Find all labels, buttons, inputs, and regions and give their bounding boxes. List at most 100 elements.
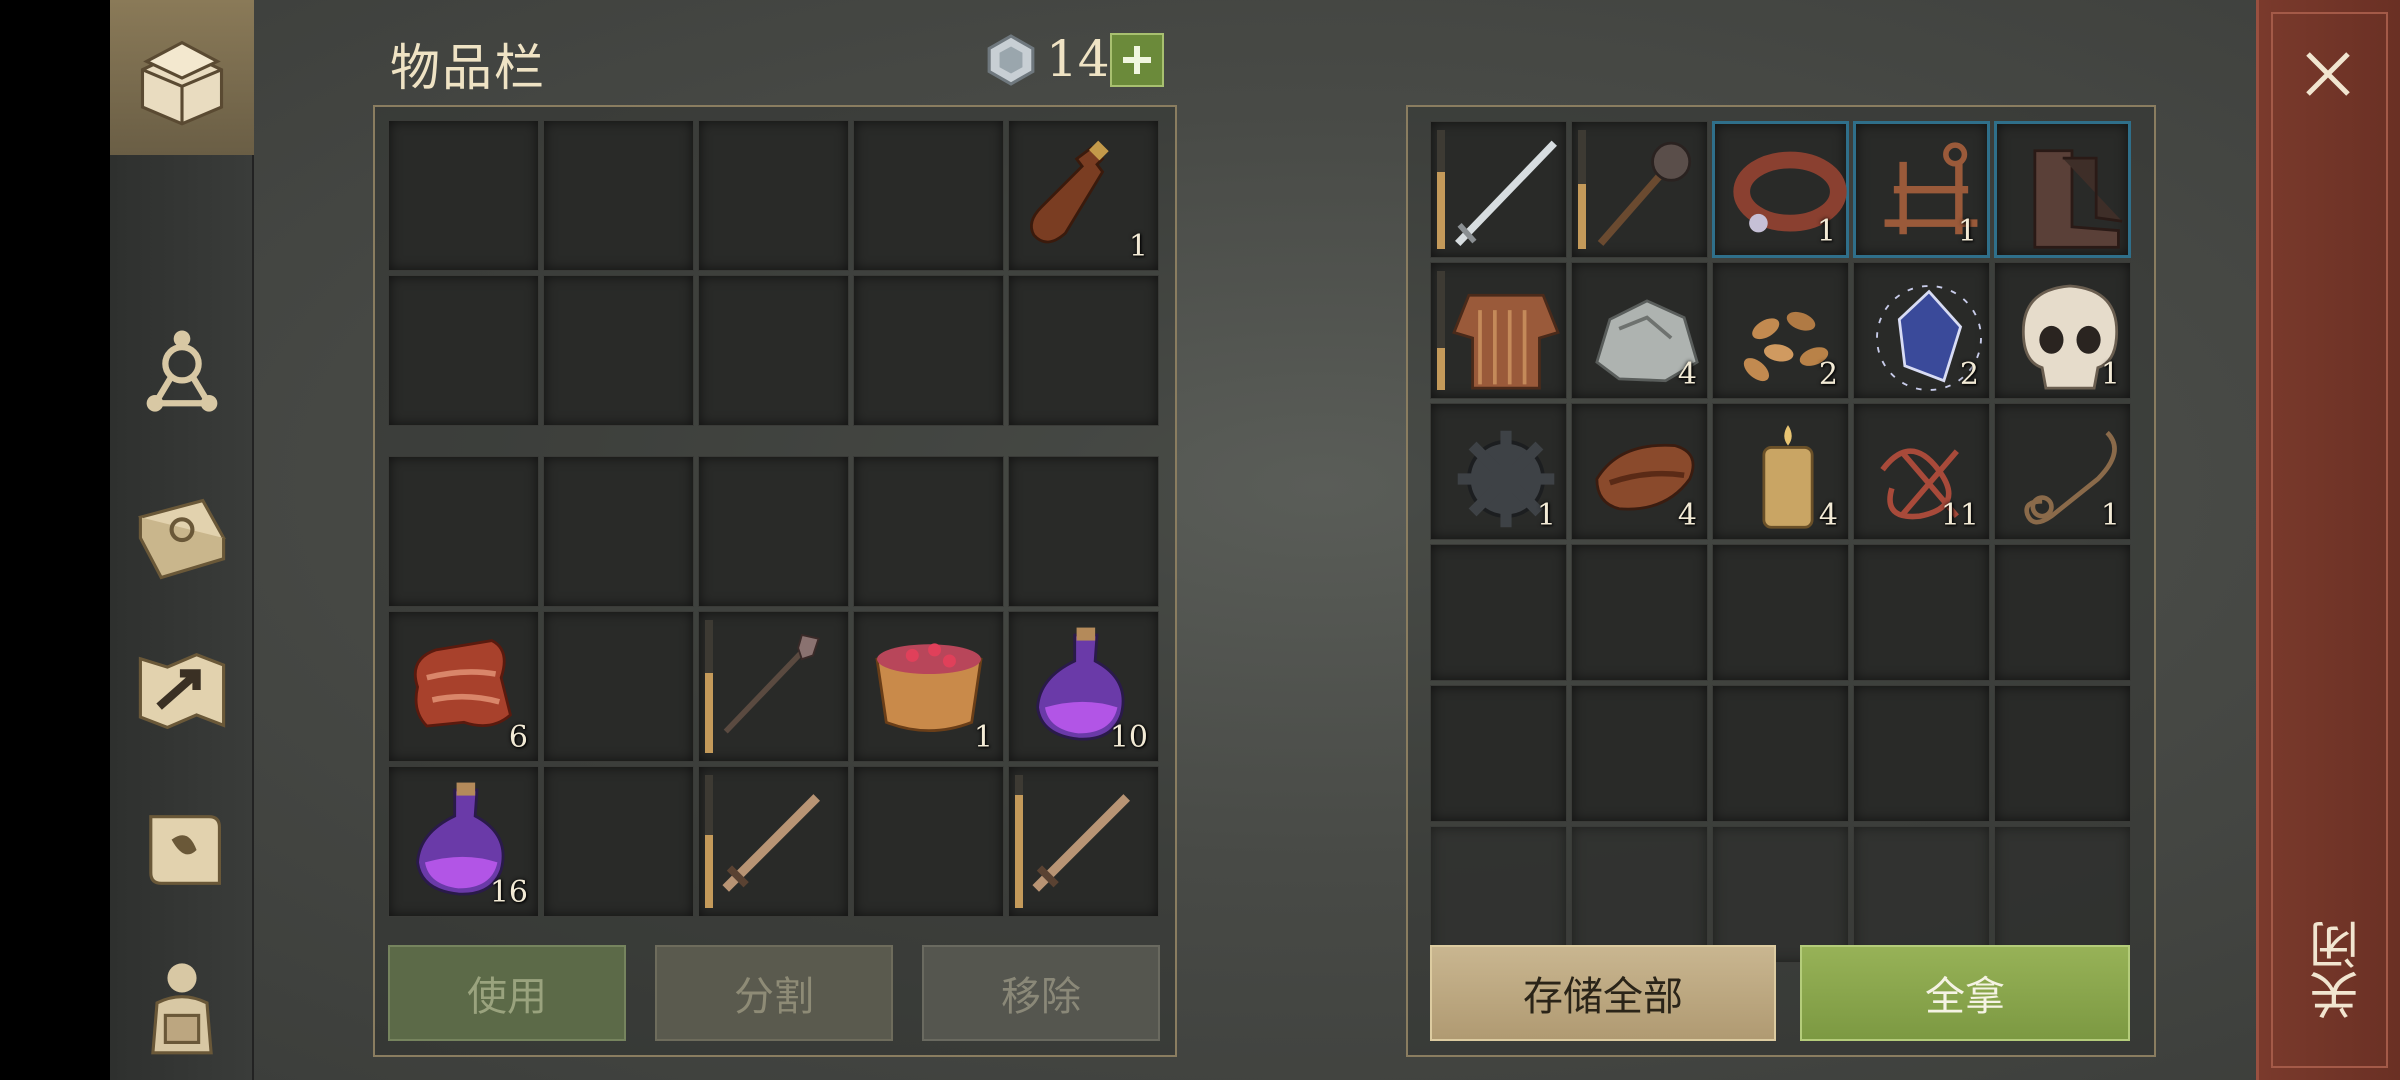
- durability-bar: [1437, 271, 1445, 390]
- tab-crafting[interactable]: [110, 300, 254, 440]
- inventory-slot-empty[interactable]: [388, 456, 539, 607]
- inventory-slot-filled[interactable]: [1008, 766, 1159, 917]
- storage-slot-filled[interactable]: [1430, 121, 1567, 258]
- tab-character[interactable]: [110, 935, 254, 1075]
- storage-slot-empty[interactable]: [1571, 826, 1708, 963]
- storage-slot-filled[interactable]: [1994, 121, 2131, 258]
- remove-button[interactable]: 移除: [922, 945, 1160, 1041]
- durability-fill: [1437, 171, 1445, 249]
- durability-fill: [705, 673, 713, 753]
- storage-slot-empty[interactable]: [1994, 685, 2131, 822]
- storage-slot-filled[interactable]: 4: [1571, 403, 1708, 540]
- storage-slot-empty[interactable]: [1712, 826, 1849, 963]
- plus-icon: [1123, 46, 1151, 74]
- item-count: 1: [973, 720, 993, 755]
- storage-slot-filled[interactable]: [1571, 121, 1708, 258]
- inventory-slot-empty[interactable]: [543, 456, 694, 607]
- storage-slot-empty[interactable]: [1994, 544, 2131, 681]
- storage-slot-empty[interactable]: [1853, 826, 1990, 963]
- item-count: 1: [2100, 498, 2120, 533]
- screen-edge: [0, 0, 110, 1080]
- scroll-icon: [149, 815, 221, 885]
- use-button[interactable]: 使用: [388, 945, 626, 1041]
- currency-count: 14: [1046, 30, 1110, 88]
- inventory-slot-filled[interactable]: 1: [1008, 120, 1159, 271]
- storage-slot-filled[interactable]: 1: [1994, 403, 2131, 540]
- item-count: 4: [1677, 357, 1697, 392]
- inventory-slot-filled[interactable]: 16: [388, 766, 539, 917]
- tab-quests[interactable]: [110, 780, 254, 920]
- spear-icon: [723, 633, 820, 734]
- item-count: 1: [1536, 498, 1556, 533]
- inventory-slot-empty[interactable]: [853, 120, 1004, 271]
- tab-inventory[interactable]: [110, 0, 254, 155]
- inventory-slot-empty[interactable]: [1008, 456, 1159, 607]
- close-label[interactable]: 关闭: [2302, 920, 2367, 1020]
- inventory-slot-filled[interactable]: [698, 766, 849, 917]
- inventory-slot-empty[interactable]: [698, 275, 849, 426]
- storage-slot-empty[interactable]: [1571, 685, 1708, 822]
- tab-map[interactable]: [110, 620, 254, 760]
- storage-slot-empty[interactable]: [1853, 544, 1990, 681]
- storage-slot-empty[interactable]: [1571, 544, 1708, 681]
- journal-icon: [138, 498, 226, 580]
- steel-sword-icon: [1455, 140, 1557, 247]
- inventory-slot-filled[interactable]: 1: [853, 611, 1004, 762]
- storage-slot-empty[interactable]: [1712, 544, 1849, 681]
- store-all-button[interactable]: 存储全部: [1430, 945, 1776, 1041]
- storage-slot-filled[interactable]: 2: [1712, 262, 1849, 399]
- take-all-button[interactable]: 全拿: [1800, 945, 2130, 1041]
- storage-slot-filled[interactable]: [1430, 262, 1567, 399]
- storage-slot-filled[interactable]: 4: [1571, 262, 1708, 399]
- item-count: 2: [1818, 357, 1838, 392]
- storage-slot-filled[interactable]: 1: [1994, 262, 2131, 399]
- item-count: 4: [1818, 498, 1838, 533]
- storage-slot-empty[interactable]: [1712, 685, 1849, 822]
- close-panel[interactable]: [2256, 0, 2400, 1080]
- mace-icon: [1597, 141, 1692, 246]
- wooden-sword-icon: [722, 794, 820, 892]
- inventory-slot-empty[interactable]: [543, 611, 694, 762]
- inventory-slot-empty[interactable]: [698, 456, 849, 607]
- inventory-slot-filled[interactable]: [698, 611, 849, 762]
- item-count: 6: [508, 720, 528, 755]
- inventory-slot-empty[interactable]: [543, 275, 694, 426]
- durability-fill: [705, 834, 713, 908]
- inventory-slot-empty[interactable]: [853, 766, 1004, 917]
- item-count: 1: [2100, 357, 2120, 392]
- storage-slot-empty[interactable]: [1430, 826, 1567, 963]
- storage-slot-empty[interactable]: [1430, 685, 1567, 822]
- tab-journal[interactable]: [110, 468, 254, 608]
- storage-slot-filled[interactable]: 2: [1853, 262, 1990, 399]
- inventory-slot-empty[interactable]: [543, 120, 694, 271]
- add-currency-button[interactable]: [1110, 33, 1164, 87]
- storage-slot-empty[interactable]: [1994, 826, 2131, 963]
- item-count: 1: [1957, 214, 1977, 249]
- inventory-slot-empty[interactable]: [388, 120, 539, 271]
- item-count: 2: [1959, 357, 1979, 392]
- inventory-slot-empty[interactable]: [853, 456, 1004, 607]
- storage-slot-filled[interactable]: 1: [1853, 121, 1990, 258]
- storage-slot-filled[interactable]: 1: [1712, 121, 1849, 258]
- inventory-slot-empty[interactable]: [853, 275, 1004, 426]
- split-button[interactable]: 分割: [655, 945, 893, 1041]
- storage-slot-empty[interactable]: [1853, 685, 1990, 822]
- storage-slot-filled[interactable]: 1: [1430, 403, 1567, 540]
- durability-bar: [1015, 775, 1023, 908]
- inventory-slot-filled[interactable]: 6: [388, 611, 539, 762]
- storage-slot-filled[interactable]: 11: [1853, 403, 1990, 540]
- inventory-title: 物品栏: [390, 39, 546, 97]
- map-icon: [138, 652, 226, 730]
- storage-slot-empty[interactable]: [1430, 544, 1567, 681]
- item-count: 1: [1816, 214, 1836, 249]
- storage-slot-filled[interactable]: 4: [1712, 403, 1849, 540]
- item-count: 11: [1940, 498, 1979, 533]
- close-icon[interactable]: [2300, 46, 2356, 102]
- game-screen: 物品栏 14 1 6 1 10 16 1 1 4 2 2 1 1 4 4 11 1 使用 分割 移除 存储…: [0, 0, 2400, 1080]
- durability-bar: [705, 620, 713, 753]
- inventory-slot-empty[interactable]: [388, 275, 539, 426]
- inventory-slot-empty[interactable]: [1008, 275, 1159, 426]
- inventory-slot-empty[interactable]: [543, 766, 694, 917]
- inventory-slot-filled[interactable]: 10: [1008, 611, 1159, 762]
- inventory-slot-empty[interactable]: [698, 120, 849, 271]
